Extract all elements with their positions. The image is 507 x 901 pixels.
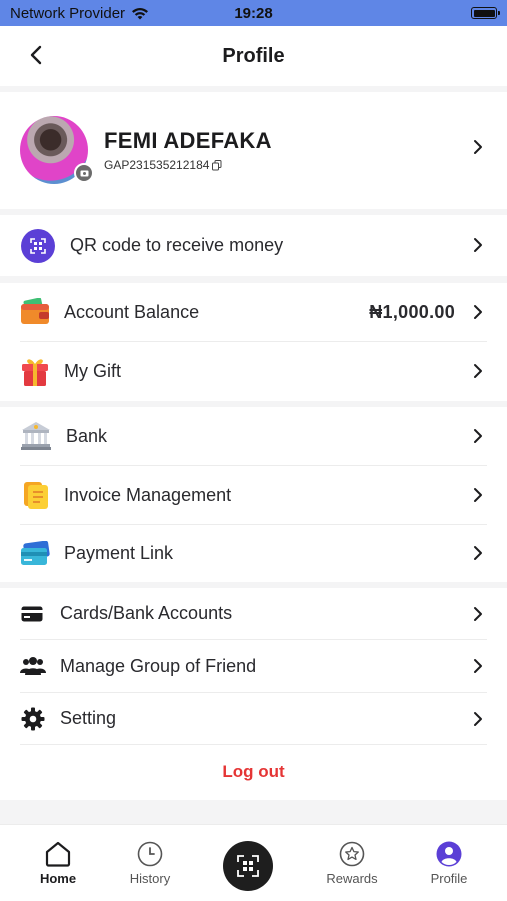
- logout-button[interactable]: Log out: [0, 762, 507, 782]
- qr-chevron-icon: [474, 238, 482, 252]
- gift-icon: [22, 358, 48, 386]
- profile-chevron-icon: [474, 140, 482, 154]
- manage-group-row[interactable]: Manage Group of Friend: [0, 640, 507, 692]
- gift-chevron-icon: [474, 364, 482, 378]
- cards-chevron-icon: [474, 607, 482, 621]
- tab-home-label: Home: [39, 871, 77, 886]
- page-title: Profile: [222, 44, 285, 67]
- bank-icon: [21, 422, 51, 450]
- qr-code-row-content[interactable]: QR code to receive money: [0, 215, 507, 276]
- tab-rewards[interactable]: Rewards: [312, 825, 392, 901]
- nav-header: Profile: [0, 26, 507, 86]
- balance-chevron-icon: [474, 305, 482, 319]
- setting-row[interactable]: Setting: [0, 693, 507, 744]
- battery-icon: [471, 7, 500, 19]
- setting-label: Setting: [60, 708, 117, 728]
- bank-label: Bank: [66, 425, 108, 446]
- group-users-icon: [20, 657, 46, 675]
- wifi-icon: [132, 7, 149, 19]
- rewards-star-icon: [339, 841, 365, 867]
- home-icon: [45, 841, 71, 867]
- manage-group-label: Manage Group of Friend: [60, 655, 257, 676]
- bank-row[interactable]: Bank: [0, 407, 507, 465]
- tab-history-label: History: [129, 871, 171, 886]
- qr-code-icon: [21, 228, 55, 263]
- divider: [20, 744, 487, 745]
- status-time: 19:28: [234, 4, 273, 22]
- bottom-tab-bar: Home History Rewards Profile: [0, 824, 507, 901]
- setting-chevron-icon: [474, 712, 482, 726]
- invoice-chevron-icon: [474, 488, 482, 502]
- history-clock-icon: [137, 841, 163, 867]
- payment-link-label: Payment Link: [64, 543, 174, 563]
- cards-bank-accounts-label: Cards/Bank Accounts: [60, 603, 233, 623]
- invoice-management-label: Invoice Management: [64, 484, 232, 505]
- wallet-icon: [21, 298, 49, 324]
- status-bar: Network Provider 19:28: [0, 0, 507, 26]
- profile-id: GAP231535212184: [104, 158, 222, 172]
- carrier-label: Network Provider: [10, 4, 126, 22]
- payment-chevron-icon: [474, 546, 482, 560]
- account-balance-label: Account Balance: [64, 301, 200, 322]
- tab-home[interactable]: Home: [18, 825, 98, 901]
- account-balance-row[interactable]: Account Balance ₦1,000.00: [0, 283, 507, 341]
- invoice-management-row[interactable]: Invoice Management: [0, 466, 507, 524]
- copy-icon[interactable]: [212, 159, 222, 171]
- profile-id-text: GAP231535212184: [104, 158, 210, 172]
- payment-card-icon: [21, 540, 50, 565]
- account-balance-value: ₦1,000.00: [369, 301, 455, 322]
- my-gift-row[interactable]: My Gift: [0, 342, 507, 401]
- profile-user-icon: [436, 841, 462, 867]
- tab-history[interactable]: History: [110, 825, 190, 901]
- my-gift-label: My Gift: [64, 361, 121, 381]
- profile-name: FEMI ADEFAKA: [104, 128, 272, 153]
- credit-card-icon: [21, 606, 43, 621]
- scan-qr-button[interactable]: [223, 841, 273, 891]
- tab-profile[interactable]: Profile: [409, 825, 489, 901]
- cards-bank-accounts-row[interactable]: Cards/Bank Accounts: [0, 588, 507, 639]
- payment-link-row[interactable]: Payment Link: [0, 525, 507, 582]
- invoice-icon: [24, 482, 48, 509]
- tab-rewards-label: Rewards: [326, 871, 378, 886]
- group-chevron-icon: [474, 659, 482, 673]
- bank-chevron-icon: [474, 429, 482, 443]
- camera-icon[interactable]: [74, 163, 94, 183]
- scan-icon: [237, 855, 259, 877]
- qr-code-label: QR code to receive money: [70, 235, 284, 255]
- gear-icon: [21, 707, 45, 730]
- tab-profile-label: Profile: [430, 871, 468, 886]
- back-arrow-icon[interactable]: [26, 44, 46, 66]
